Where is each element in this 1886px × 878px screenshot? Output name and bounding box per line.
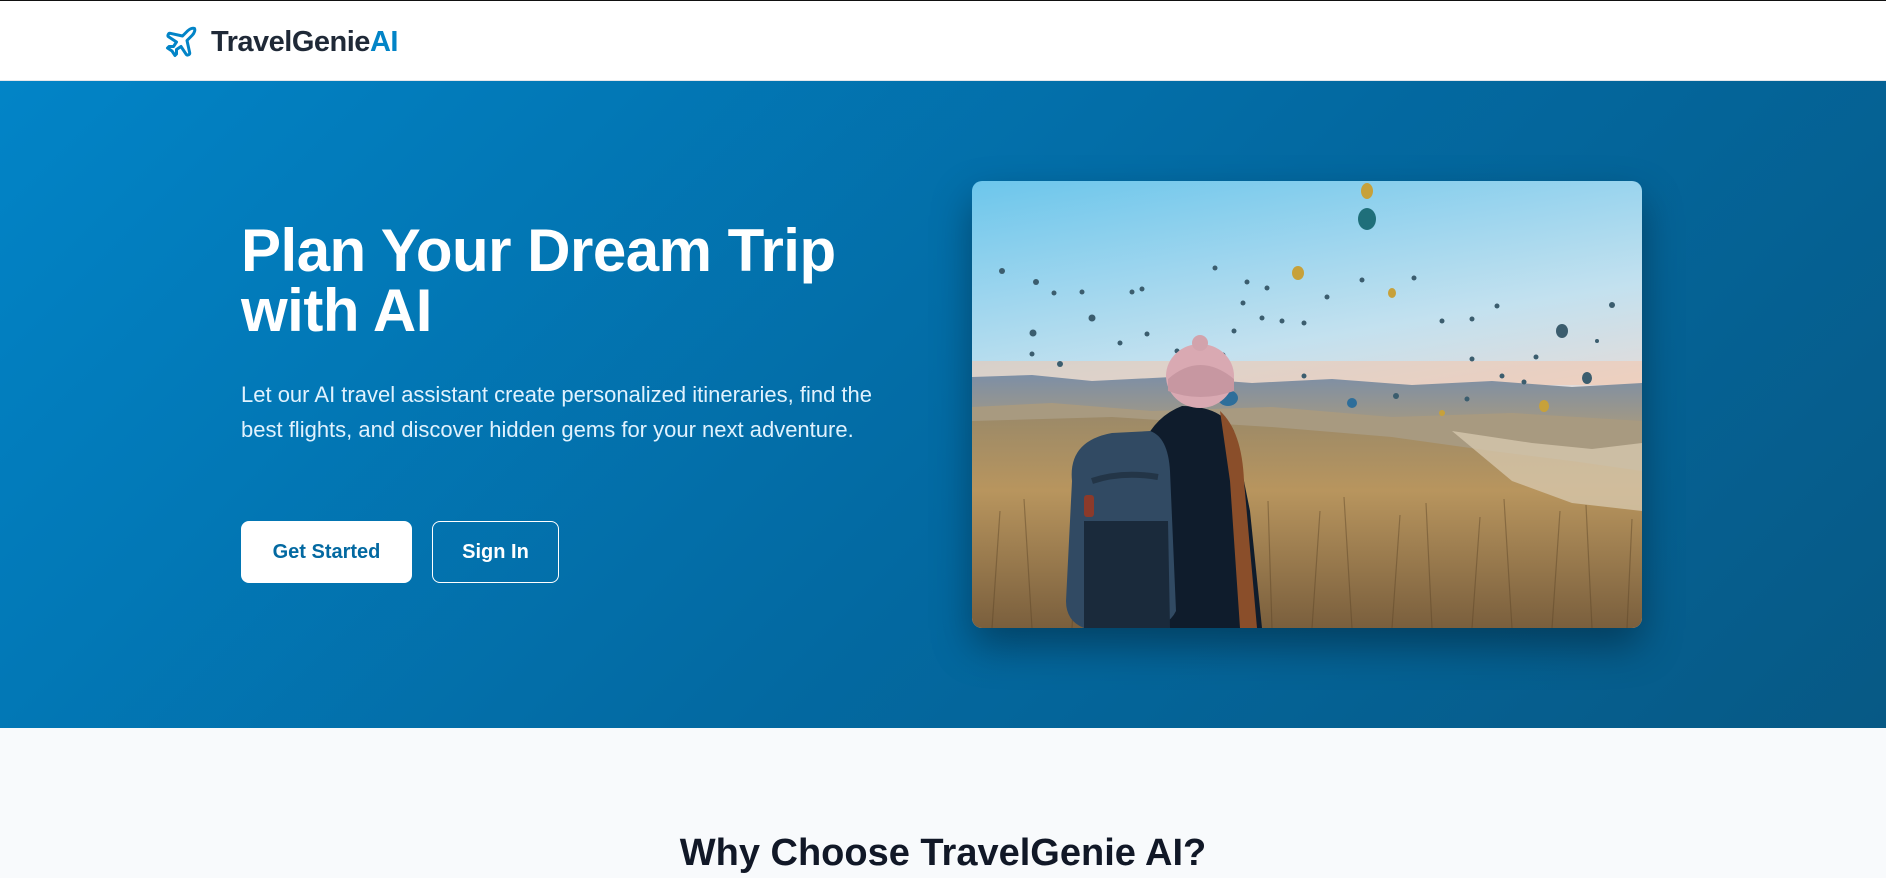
top-navbar: TravelGenieAI (0, 0, 1886, 81)
plane-icon (166, 26, 197, 57)
brand-name-main: TravelGenie (211, 25, 370, 58)
hero-section: Plan Your Dream Trip with AI Let our AI … (0, 81, 1886, 728)
sign-in-button[interactable]: Sign In (432, 521, 559, 583)
hero-image (972, 181, 1642, 628)
brand-logo-link[interactable]: TravelGenieAI (163, 21, 398, 63)
get-started-button[interactable]: Get Started (241, 521, 412, 583)
hero-image-illustration (972, 181, 1642, 628)
brand-name: TravelGenieAI (211, 26, 398, 59)
brand-name-accent: AI (369, 25, 399, 58)
features-title: Why Choose TravelGenie AI? (679, 832, 1207, 874)
hero-title: Plan Your Dream Trip with AI (241, 217, 836, 344)
features-section: Why Choose TravelGenie AI? (0, 728, 1886, 878)
hero-description: Let our AI travel assistant create perso… (241, 382, 873, 442)
